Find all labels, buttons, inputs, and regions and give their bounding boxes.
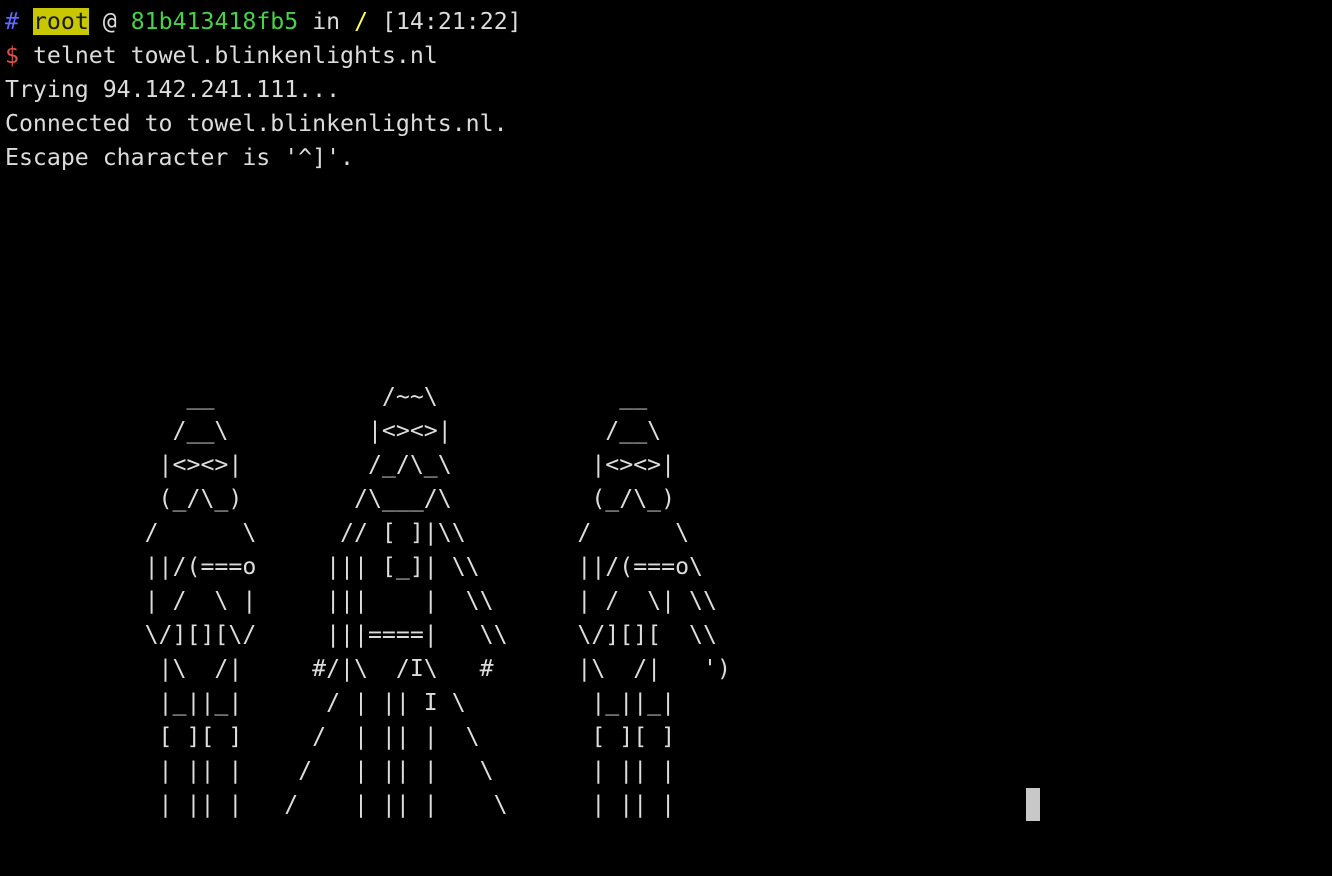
ascii-art-line: / \ // [ ]|\\ / \ [5,519,690,546]
ascii-art-line: /__\ |<><>| /__\ [5,417,662,444]
ascii-art-line: __ /~~\ __ [5,383,648,410]
command-symbol: $ [5,42,19,69]
ascii-art-line: ||/(===o ||| [_]| \\ ||/(===o\ [5,553,704,580]
prompt-at: @ [102,8,117,35]
command-line: $ telnet towel.blinkenlights.nl [5,39,438,73]
ascii-art-line: | || | / | || | \ | || | [5,791,676,818]
ascii-art: __ /~~\ __ /__\ |<><>| /__\ |<><>| /_/\_… [5,380,731,822]
prompt-time: [14:21:22] [382,8,522,35]
prompt-in: in [312,8,341,35]
prompt-user: root [32,8,89,35]
ascii-art-line: \/][][\/ |||====| \\ \/][][ \\ [5,621,717,648]
ascii-art-line: | || | / | || | \ | || | [5,757,676,784]
terminal-window[interactable]: # root @ 81b413418fb5 in / [14:21:22] $ … [0,0,1332,876]
output-line: Escape character is '^]'. [5,144,355,171]
prompt-cwd: / [354,8,369,35]
output-line: Connected to towel.blinkenlights.nl. [5,110,508,137]
prompt-host: 81b413418fb5 [130,8,299,35]
command-text: telnet towel.blinkenlights.nl [32,42,438,69]
ascii-art-line: | / \ | ||| | \\ | / \| \\ [5,587,717,614]
ascii-art-line: |<><>| /_/\_\ |<><>| [5,451,676,478]
ascii-art-line: [ ][ ] / | || | \ [ ][ ] [5,723,676,750]
ascii-art-line: |_||_| / | || I \ |_||_| [5,689,676,716]
terminal-cursor [1026,788,1040,821]
prompt-line: # root @ 81b413418fb5 in / [14:21:22] [5,5,522,39]
prompt-hash: # [5,8,19,35]
ascii-art-line: (_/\_) /\___/\ (_/\_) [5,485,676,512]
ascii-art-line: |\ /| #/|\ /I\ # |\ /| ') [5,655,731,682]
output-line: Trying 94.142.241.111... [5,76,341,103]
